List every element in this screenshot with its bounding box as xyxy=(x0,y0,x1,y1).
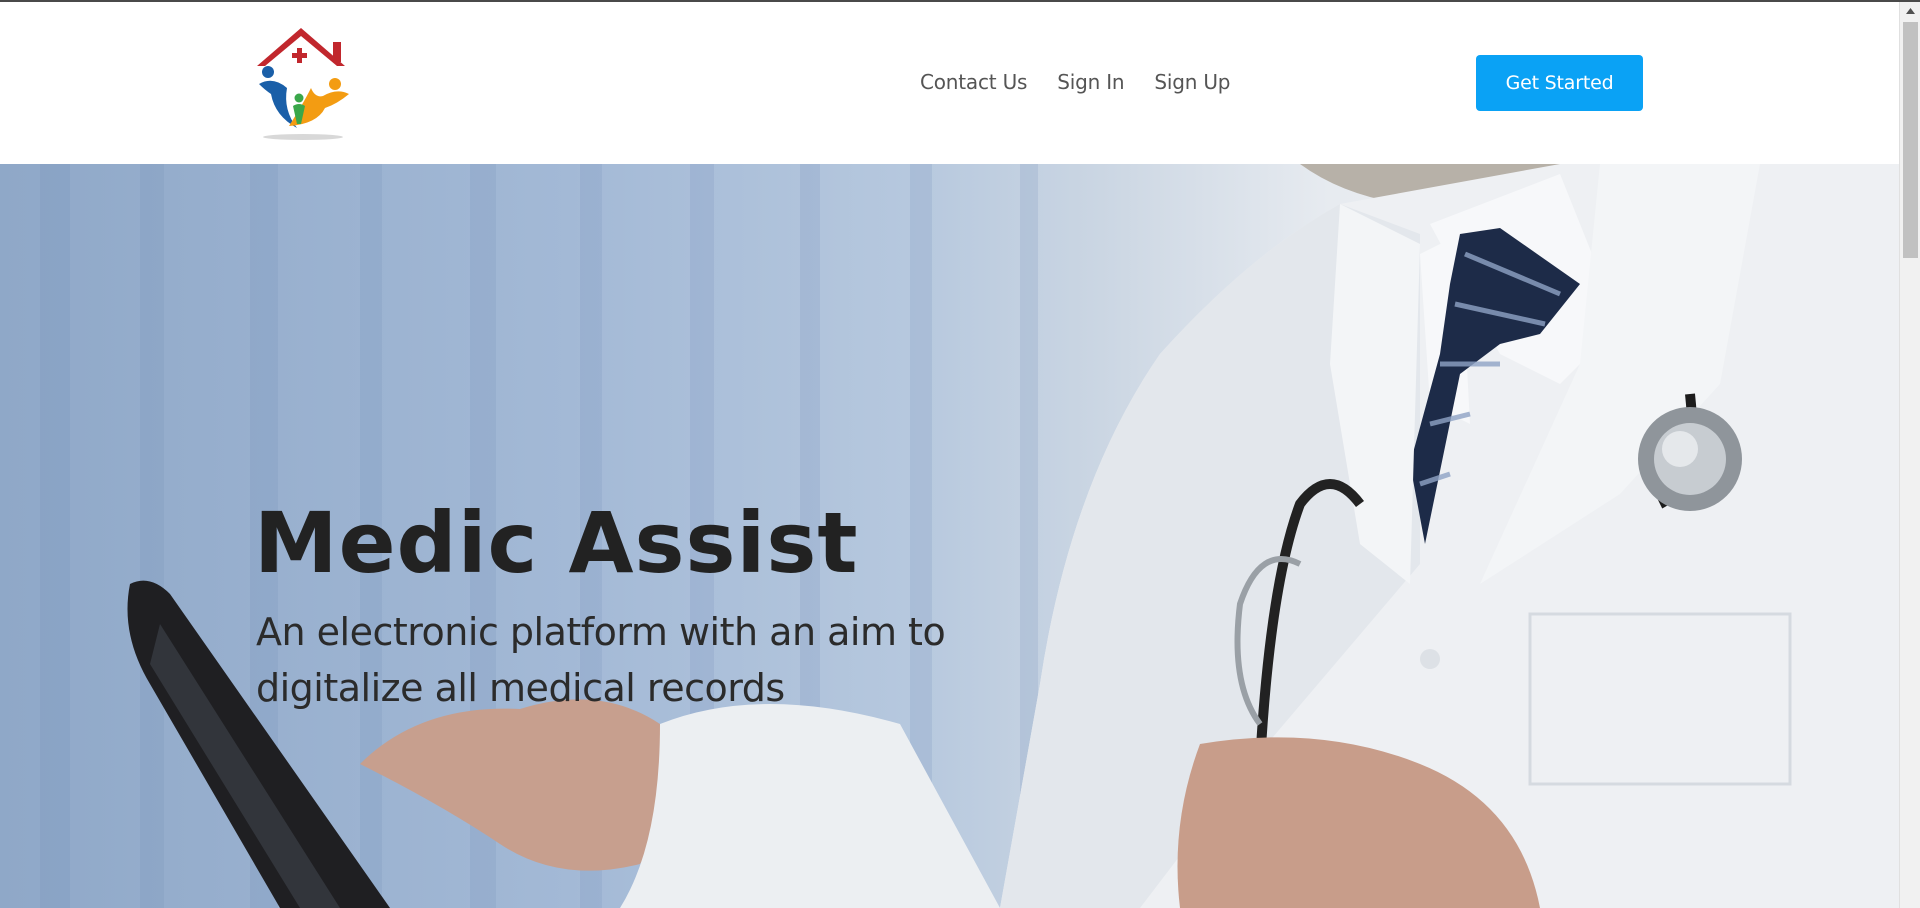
site-header: Contact Us Sign In Sign Up Get Started xyxy=(0,2,1899,164)
nav-sign-in-link[interactable]: Sign In xyxy=(1057,70,1124,94)
nav-sign-up-link[interactable]: Sign Up xyxy=(1154,70,1230,94)
medic-assist-logo[interactable] xyxy=(253,24,357,142)
main-nav: Contact Us Sign In Sign Up xyxy=(920,70,1231,94)
page: Contact Us Sign In Sign Up Get Started M… xyxy=(0,2,1899,908)
hero-title: Medic Assist xyxy=(254,494,859,592)
hero-subtitle: An electronic platform with an aim to di… xyxy=(256,610,946,710)
hero-section: Medic Assist An electronic platform with… xyxy=(0,164,1899,908)
page-scrollbar[interactable] xyxy=(1899,2,1920,908)
scroll-up-arrow-icon[interactable] xyxy=(1900,2,1920,19)
get-started-button[interactable]: Get Started xyxy=(1476,55,1643,111)
nav-contact-us-link[interactable]: Contact Us xyxy=(920,70,1027,94)
scrollbar-thumb[interactable] xyxy=(1903,22,1918,258)
